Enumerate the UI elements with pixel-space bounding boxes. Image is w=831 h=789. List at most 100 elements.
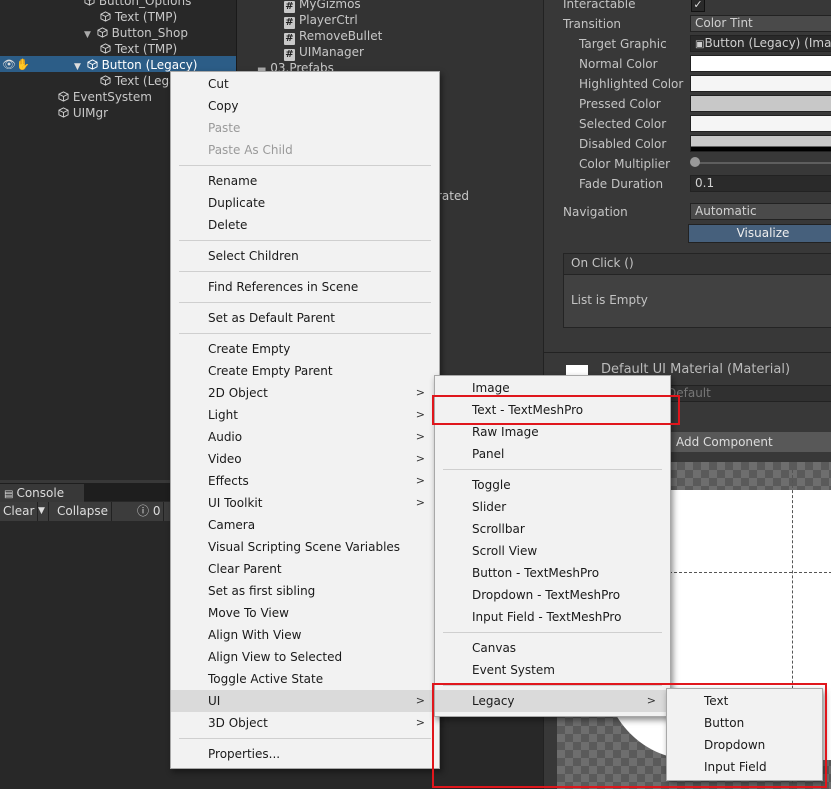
hierarchy-item[interactable]: ▼ Button_Shop bbox=[84, 26, 188, 40]
hierarchy-item-label: UIMgr bbox=[72, 106, 109, 120]
shader-field[interactable]: Default bbox=[662, 385, 831, 402]
project-item[interactable]: # PlayerCtrl bbox=[284, 13, 358, 29]
chevron-down-icon[interactable]: ▼ bbox=[35, 502, 49, 521]
disabled-color-swatch[interactable] bbox=[690, 135, 831, 152]
submenu-item-panel[interactable]: Panel bbox=[435, 443, 670, 465]
pressed-color-swatch[interactable] bbox=[690, 95, 831, 112]
submenu-item-input-field-textmeshpro[interactable]: Input Field - TextMeshPro bbox=[435, 606, 670, 628]
submenu-item-dropdown-textmeshpro[interactable]: Dropdown - TextMeshPro bbox=[435, 584, 670, 606]
console-tab[interactable]: ▤ Console bbox=[0, 484, 84, 502]
menu-item-align-view-to-selected[interactable]: Align View to Selected bbox=[171, 646, 439, 668]
hierarchy-item-label: Button (Legacy) bbox=[101, 58, 198, 72]
ui-submenu: Image Text - TextMeshPro Raw Image Panel… bbox=[434, 375, 671, 717]
fade-duration-field[interactable]: 0.1 bbox=[690, 175, 831, 192]
menu-item-clear-parent[interactable]: Clear Parent bbox=[171, 558, 439, 580]
chevron-right-icon: > bbox=[415, 694, 425, 707]
menu-item-properties[interactable]: Properties... bbox=[171, 743, 439, 765]
chevron-right-icon: > bbox=[415, 474, 425, 487]
menu-item-visual-scripting-scene-variables[interactable]: Visual Scripting Scene Variables bbox=[171, 536, 439, 558]
hierarchy-item[interactable]: EventSystem bbox=[58, 90, 152, 104]
message-count-toggle[interactable]: ⓘ 0 bbox=[134, 502, 165, 521]
menu-item-set-default-parent[interactable]: Set as Default Parent bbox=[171, 307, 439, 329]
submenu-item-scrollbar[interactable]: Scrollbar bbox=[435, 518, 670, 540]
interactable-checkbox[interactable]: ✓ bbox=[691, 0, 705, 12]
interactable-label: Interactable bbox=[563, 0, 636, 11]
normal-color-swatch[interactable] bbox=[690, 55, 831, 72]
csharp-script-icon: # bbox=[284, 1, 295, 13]
menu-item-align-with-view[interactable]: Align With View bbox=[171, 624, 439, 646]
submenu-item-button-textmeshpro[interactable]: Button - TextMeshPro bbox=[435, 562, 670, 584]
project-item[interactable]: # RemoveBullet bbox=[284, 29, 382, 45]
collapse-button[interactable]: Collapse bbox=[54, 502, 112, 521]
menu-separator bbox=[179, 333, 431, 334]
menu-item-light[interactable]: Light > bbox=[171, 404, 439, 426]
navigation-dropdown[interactable]: Automatic bbox=[690, 203, 831, 220]
project-item-label: MyGizmos bbox=[299, 0, 361, 11]
chevron-down-icon[interactable]: ▼ bbox=[84, 30, 91, 40]
clear-button[interactable]: Clear bbox=[0, 502, 39, 521]
hierarchy-item-selected[interactable]: ▼ Button (Legacy) bbox=[74, 58, 197, 72]
add-component-button[interactable]: Add Component bbox=[662, 432, 831, 452]
project-item[interactable]: # MyGizmos bbox=[284, 0, 361, 13]
hierarchy-item-label: Button_Shop bbox=[111, 26, 188, 40]
component-divider bbox=[544, 352, 831, 353]
color-multiplier-label: Color Multiplier bbox=[579, 157, 671, 171]
menu-item-2d-object[interactable]: 2D Object > bbox=[171, 382, 439, 404]
color-multiplier-slider-thumb[interactable] bbox=[690, 157, 700, 167]
hierarchy-item[interactable]: UIMgr bbox=[58, 106, 108, 120]
checkmark-icon: ✓ bbox=[693, 0, 703, 11]
target-graphic-label: Target Graphic bbox=[579, 37, 667, 51]
eye-icon[interactable]: 👁 bbox=[2, 58, 16, 71]
menu-item-ui[interactable]: UI > bbox=[171, 690, 439, 712]
visualize-button[interactable]: Visualize bbox=[688, 224, 831, 243]
fade-duration-label: Fade Duration bbox=[579, 177, 664, 191]
hierarchy-item[interactable]: Button_Options bbox=[84, 0, 191, 8]
menu-item-toggle-active-state[interactable]: Toggle Active State bbox=[171, 668, 439, 690]
highlighted-color-label: Highlighted Color bbox=[579, 77, 684, 91]
submenu-item-toggle[interactable]: Toggle bbox=[435, 474, 670, 496]
menu-item-move-to-view[interactable]: Move To View bbox=[171, 602, 439, 624]
menu-item-camera[interactable]: Camera bbox=[171, 514, 439, 536]
menu-item-audio[interactable]: Audio > bbox=[171, 426, 439, 448]
menu-item-video[interactable]: Video > bbox=[171, 448, 439, 470]
hand-icon[interactable]: ✋ bbox=[16, 58, 30, 71]
highlighted-color-swatch[interactable] bbox=[690, 75, 831, 92]
info-icon: ⓘ bbox=[137, 504, 150, 518]
cube-icon bbox=[87, 59, 98, 70]
hierarchy-item[interactable]: Text (TMP) bbox=[100, 42, 177, 56]
target-graphic-field[interactable]: ▣Button (Legacy) (Image) bbox=[690, 35, 831, 52]
cube-icon bbox=[100, 43, 111, 54]
menu-item-effects[interactable]: Effects > bbox=[171, 470, 439, 492]
menu-item-3d-object[interactable]: 3D Object > bbox=[171, 712, 439, 734]
chevron-down-icon[interactable]: ▼ bbox=[74, 62, 81, 72]
submenu-item-canvas[interactable]: Canvas bbox=[435, 637, 670, 659]
context-menu: Cut Copy Paste Paste As Child Rename Dup… bbox=[170, 71, 440, 769]
color-multiplier-slider-track[interactable] bbox=[694, 162, 831, 164]
menu-item-cut[interactable]: Cut bbox=[171, 73, 439, 95]
submenu-item-event-system[interactable]: Event System bbox=[435, 659, 670, 681]
cube-icon bbox=[84, 0, 95, 6]
selected-color-swatch[interactable] bbox=[690, 115, 831, 132]
menu-item-create-empty[interactable]: Create Empty bbox=[171, 338, 439, 360]
menu-item-set-first-sibling[interactable]: Set as first sibling bbox=[171, 580, 439, 602]
hierarchy-item-label: Button_Options bbox=[98, 0, 192, 8]
preview-guide-h bbox=[654, 572, 831, 573]
hierarchy-item[interactable]: Text (TMP) bbox=[100, 10, 177, 24]
menu-item-find-references[interactable]: Find References in Scene bbox=[171, 276, 439, 298]
transition-dropdown[interactable]: Color Tint bbox=[690, 15, 831, 32]
project-item[interactable]: # UIManager bbox=[284, 45, 364, 61]
menu-item-delete[interactable]: Delete bbox=[171, 214, 439, 236]
menu-item-duplicate[interactable]: Duplicate bbox=[171, 192, 439, 214]
submenu-item-scroll-view[interactable]: Scroll View bbox=[435, 540, 670, 562]
chevron-right-icon: > bbox=[415, 430, 425, 443]
menu-item-copy[interactable]: Copy bbox=[171, 95, 439, 117]
selected-color-label: Selected Color bbox=[579, 117, 667, 131]
menu-item-rename[interactable]: Rename bbox=[171, 170, 439, 192]
menu-item-ui-toolkit[interactable]: UI Toolkit > bbox=[171, 492, 439, 514]
menu-separator bbox=[179, 240, 431, 241]
csharp-script-icon: # bbox=[284, 17, 295, 29]
menu-item-select-children[interactable]: Select Children bbox=[171, 245, 439, 267]
menu-item-create-empty-parent[interactable]: Create Empty Parent bbox=[171, 360, 439, 382]
submenu-item-slider[interactable]: Slider bbox=[435, 496, 670, 518]
disabled-color-label: Disabled Color bbox=[579, 137, 667, 151]
